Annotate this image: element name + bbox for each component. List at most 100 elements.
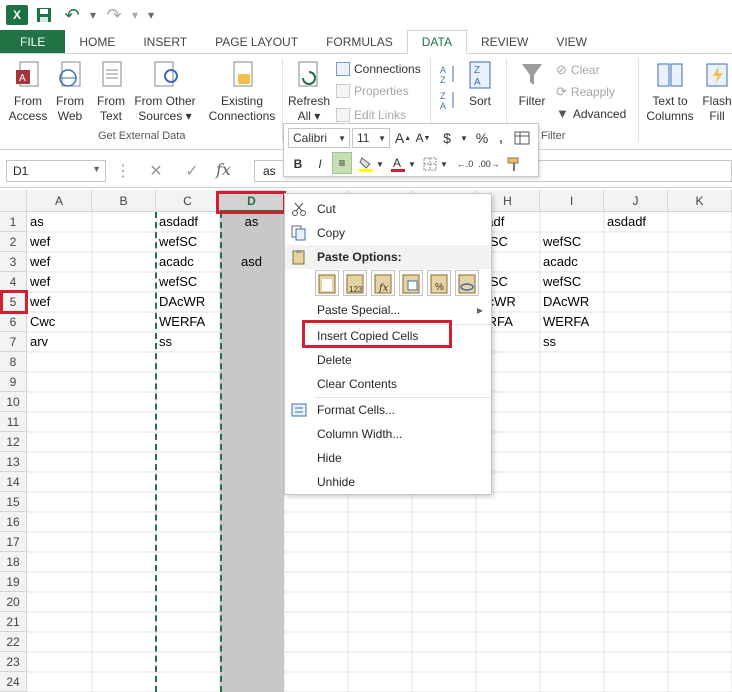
cell-a3[interactable]: wef: [27, 252, 92, 272]
accounting-format-button[interactable]: $: [436, 128, 458, 148]
clear-filter-button[interactable]: ⊘ Clear: [556, 62, 600, 78]
row-header-21[interactable]: 21: [0, 612, 27, 632]
redo-dropdown-icon[interactable]: ▾: [130, 4, 140, 26]
column-header-j[interactable]: J: [604, 190, 668, 212]
row-header-4[interactable]: 4: [0, 272, 27, 292]
font-size-select[interactable]: 11 ▼: [352, 128, 390, 148]
increase-font-icon[interactable]: A ▲: [394, 128, 412, 148]
menu-item-format-cells[interactable]: Format Cells...: [285, 398, 491, 422]
edit-links-button[interactable]: Edit Links: [336, 108, 406, 122]
cell-i2[interactable]: wefSC: [540, 232, 604, 252]
decrease-font-icon[interactable]: A ▼: [414, 128, 432, 148]
undo-dropdown-icon[interactable]: ▾: [88, 4, 98, 26]
bold-button[interactable]: B: [288, 154, 308, 174]
tab-insert[interactable]: INSERT: [129, 30, 201, 53]
cell-a5[interactable]: wef: [27, 292, 92, 312]
accounting-dropdown-icon[interactable]: ▼: [460, 128, 468, 148]
cell-a1[interactable]: as: [27, 212, 92, 232]
tab-data[interactable]: DATA: [406, 30, 467, 54]
row-header-13[interactable]: 13: [0, 452, 27, 472]
cancel-icon[interactable]: ✕: [146, 160, 166, 182]
menu-item-clear-contents[interactable]: Clear Contents: [285, 372, 491, 396]
row-header-23[interactable]: 23: [0, 652, 27, 672]
align-center-icon[interactable]: ≡: [332, 152, 352, 174]
advanced-filter-button[interactable]: ▼ Advanced: [556, 106, 626, 121]
cell-a2[interactable]: wef: [27, 232, 92, 252]
row-header-22[interactable]: 22: [0, 632, 27, 652]
cell-a4[interactable]: wef: [27, 272, 92, 292]
cell-j1[interactable]: asdadf: [604, 212, 668, 232]
tab-file[interactable]: FILE: [0, 30, 66, 53]
italic-button[interactable]: I: [310, 154, 330, 174]
from-other-sources-button[interactable]: From Other Sources ▾: [132, 60, 198, 124]
properties-button[interactable]: Properties: [336, 84, 409, 98]
row-header-18[interactable]: 18: [0, 552, 27, 572]
row-header-11[interactable]: 11: [0, 412, 27, 432]
cell-a7[interactable]: arv: [27, 332, 92, 352]
row-header-8[interactable]: 8: [0, 352, 27, 372]
cell-d1[interactable]: as: [220, 212, 284, 232]
row-header-10[interactable]: 10: [0, 392, 27, 412]
save-icon[interactable]: [32, 4, 56, 26]
column-header-i[interactable]: I: [540, 190, 604, 212]
row-header-3[interactable]: 3: [0, 252, 27, 272]
cell-d3[interactable]: asd: [220, 252, 284, 272]
cell-a6[interactable]: Cwc: [27, 312, 92, 332]
decrease-decimal-icon[interactable]: .00→: [478, 154, 500, 174]
row-header-2[interactable]: 2: [0, 232, 27, 252]
cell-i3[interactable]: acadc: [540, 252, 604, 272]
column-header-c[interactable]: C: [156, 190, 220, 212]
row-header-17[interactable]: 17: [0, 532, 27, 552]
tab-view[interactable]: VIEW: [542, 30, 601, 53]
row-header-1[interactable]: 1: [0, 212, 27, 232]
sort-button[interactable]: ZA Sort: [462, 60, 498, 109]
fill-color-dropdown-icon[interactable]: ▼: [376, 154, 384, 174]
column-header-k[interactable]: K: [668, 190, 732, 212]
paste-formulas-icon[interactable]: fx: [371, 270, 395, 296]
tab-home[interactable]: HOME: [65, 30, 129, 53]
column-header-a[interactable]: A: [27, 190, 92, 212]
menu-item-cut[interactable]: Cut: [285, 197, 491, 221]
font-color-dropdown-icon[interactable]: ▼: [408, 154, 416, 174]
filter-button[interactable]: Filter: [512, 60, 552, 109]
menu-item-delete[interactable]: Delete: [285, 348, 491, 372]
customize-qat-icon[interactable]: ▾: [144, 4, 158, 26]
column-header-b[interactable]: B: [92, 190, 156, 212]
name-box[interactable]: D1 ▼: [6, 160, 106, 182]
font-name-select[interactable]: Calibri ▼: [288, 128, 350, 148]
paste-transpose-icon[interactable]: [399, 270, 423, 296]
row-header-9[interactable]: 9: [0, 372, 27, 392]
cell-i5[interactable]: DAcWR: [540, 292, 604, 312]
menu-item-unhide[interactable]: Unhide: [285, 470, 491, 494]
tab-page-layout[interactable]: PAGE LAYOUT: [201, 30, 312, 53]
reapply-button[interactable]: ⟳ Reapply: [556, 84, 615, 100]
menu-item-copy[interactable]: Copy: [285, 221, 491, 245]
row-header-20[interactable]: 20: [0, 592, 27, 612]
name-box-dropdown-icon[interactable]: ▼: [92, 164, 101, 174]
undo-icon[interactable]: ↶: [60, 4, 84, 26]
from-access-button[interactable]: A From Access: [6, 60, 50, 124]
menu-item-paste-special[interactable]: Paste Special... ▶: [285, 298, 491, 322]
paste-formatting-icon[interactable]: %: [427, 270, 451, 296]
cell-i4[interactable]: wefSC: [540, 272, 604, 292]
percent-style-button[interactable]: %: [472, 128, 492, 148]
comma-style-button[interactable]: ,: [494, 128, 508, 148]
enter-icon[interactable]: ✓: [182, 160, 202, 182]
row-header-14[interactable]: 14: [0, 472, 27, 492]
paste-link-icon[interactable]: [455, 270, 479, 296]
tab-review[interactable]: REVIEW: [467, 30, 542, 53]
text-to-columns-button[interactable]: Text to Columns: [644, 60, 696, 124]
sort-descending-button[interactable]: ZA: [438, 90, 458, 110]
existing-connections-button[interactable]: Existing Connections: [206, 60, 278, 124]
paste-values-icon[interactable]: 123: [343, 270, 367, 296]
sort-ascending-button[interactable]: AZ: [438, 64, 458, 84]
row-header-15[interactable]: 15: [0, 492, 27, 512]
cell-i6[interactable]: WERFA: [540, 312, 604, 332]
paste-icon[interactable]: [315, 270, 339, 296]
cell-i7[interactable]: ss: [540, 332, 604, 352]
row-header-7[interactable]: 7: [0, 332, 27, 352]
increase-decimal-icon[interactable]: ←.0: [454, 154, 476, 174]
row-header-6[interactable]: 6: [0, 312, 27, 332]
fill-color-icon[interactable]: [356, 154, 376, 174]
row-header-24[interactable]: 24: [0, 672, 27, 692]
